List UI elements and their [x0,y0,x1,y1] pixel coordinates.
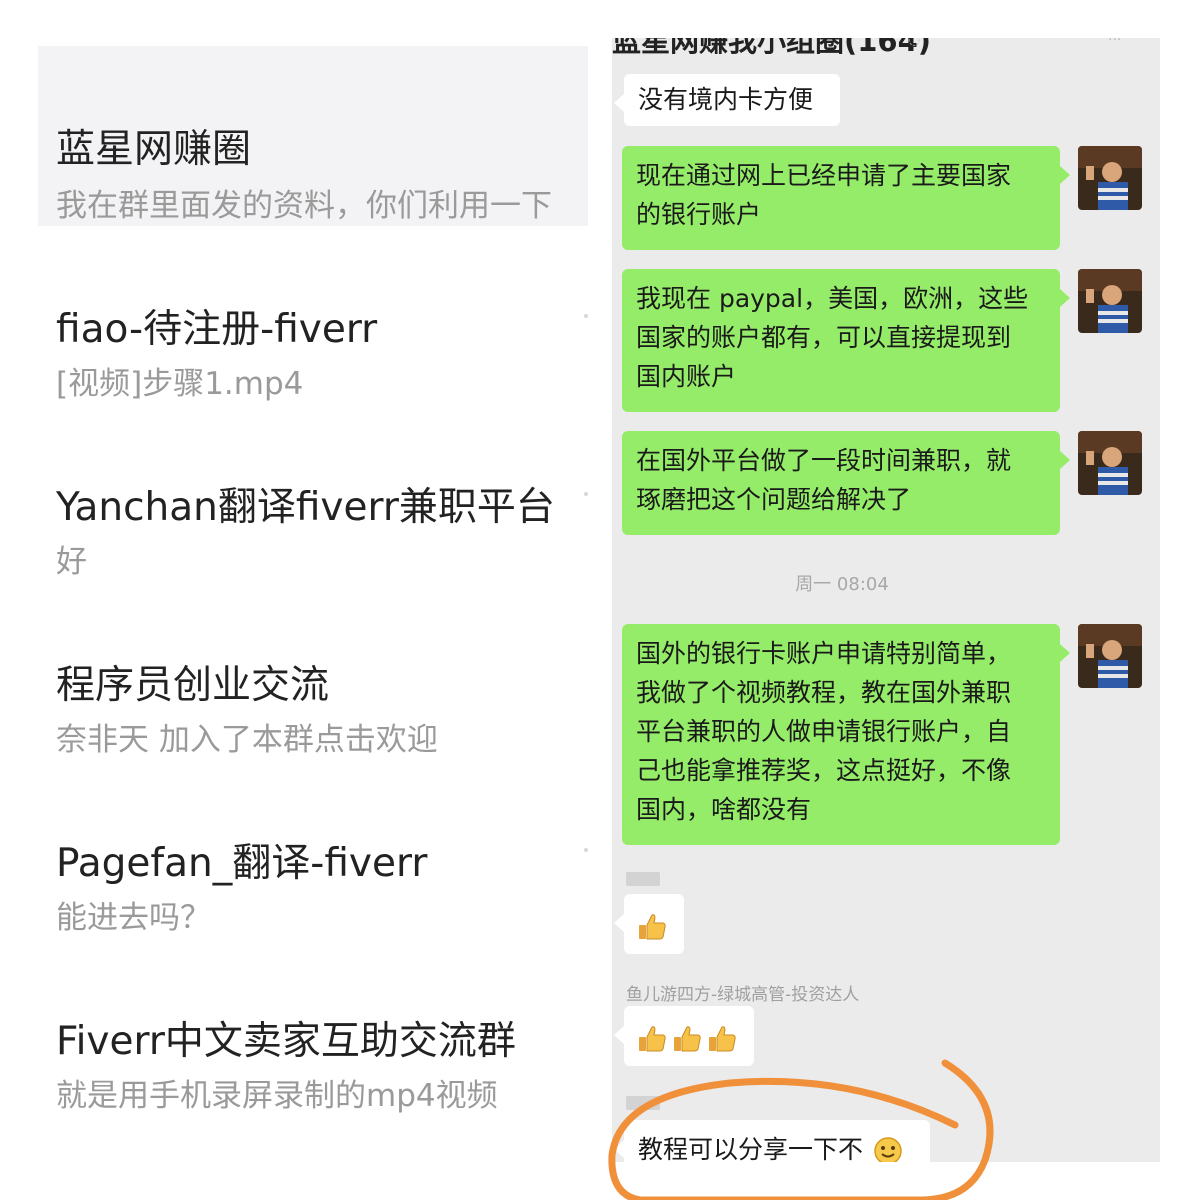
chat-title: 蓝星网赚圈 [56,127,252,172]
chat-header-title[interactable]: 蓝星网赚我小组圈(164) [612,38,931,60]
chat-window: 蓝星网赚我小组圈(164) ◌ ··· 没有境内卡方便 现在通过网上已经申请了主… [612,38,1160,1162]
time-divider: 周一 08:04 [795,574,889,595]
message-line: 琢磨把这个问题给解决了 [636,485,912,514]
user-avatar[interactable] [1078,431,1142,495]
message-line: 我做了个视频教程，教在国外兼职 [636,678,1012,707]
message-bubble-incoming[interactable]: 教程可以分享一下不 [614,1120,930,1162]
message-bubble-incoming[interactable] [614,1006,754,1066]
user-avatar[interactable] [1078,146,1142,210]
chat-preview: [视频]步骤1.mp4 [56,366,304,402]
chat-title: fiao-待注册-fiverr [56,307,378,352]
chat-list-item[interactable]: 蓝星网赚圈 我在群里面发的资料，你们利用一下 [38,46,588,226]
message-line: 现在通过网上已经申请了主要国家 [636,161,1012,190]
chat-list-item[interactable]: Pagefan_翻译-fiverr 能进去吗？ [38,796,588,976]
chat-list-item[interactable]: Fiverr中文卖家互助交流群 就是用手机录屏录制的mp4视频 [38,974,588,1154]
message-line: 己也能拿推荐奖，这点挺好，不像 [636,756,1012,785]
chat-preview: 能进去吗？ [56,900,211,936]
chat-list-item[interactable]: Yanchan翻译fiverr兼职平台 好 [38,440,588,620]
avatar-photo-icon [1078,146,1142,210]
avatar-photo-icon [1078,431,1142,495]
thumbs-up-icon [639,1026,666,1052]
message-text: 教程可以分享一下不 [638,1135,864,1162]
message-bubble-incoming[interactable]: 没有境内卡方便 [614,74,840,126]
smile-face-icon [874,1137,902,1162]
unread-dot [584,314,588,318]
chat-preview: 好 [56,544,87,580]
sender-name-blurred [626,872,660,886]
chat-list-item[interactable]: fiao-待注册-fiverr [视频]步骤1.mp4 [38,262,588,442]
message-bubble-outgoing[interactable]: 我现在 paypal，美国，欧洲，这些 国家的账户都有，可以直接提现到 国内账户 [622,269,1070,412]
thumbs-up-icon [639,914,666,940]
chat-title: Fiverr中文卖家互助交流群 [56,1019,516,1064]
thumbs-up-icon [709,1026,736,1052]
avatar-photo-icon [1078,269,1142,333]
chat-preview: 就是用手机录屏录制的mp4视频 [56,1078,498,1114]
sender-name-blurred [626,1096,660,1110]
unread-dot [584,848,588,852]
message-bubble-outgoing[interactable]: 现在通过网上已经申请了主要国家 的银行账户 [622,146,1070,250]
message-line: 我现在 paypal，美国，欧洲，这些 [636,284,1029,313]
user-avatar[interactable] [1078,624,1142,688]
user-avatar[interactable] [1078,269,1142,333]
chat-title: Pagefan_翻译-fiverr [56,841,428,886]
unread-dot [584,492,588,496]
chat-list-panel: 蓝星网赚圈 我在群里面发的资料，你们利用一下 fiao-待注册-fiverr [… [38,46,588,1166]
mute-icon: ◌ [908,38,921,48]
message-line: 平台兼职的人做申请银行账户，自 [636,717,1012,746]
chat-preview: 我在群里面发的资料，你们利用一下 [56,188,552,224]
chat-title: 程序员创业交流 [56,663,330,708]
message-line: 国内账户 [636,362,737,391]
message-bubble-outgoing[interactable]: 在国外平台做了一段时间兼职，就 琢磨把这个问题给解决了 [622,431,1070,535]
sender-name[interactable]: 鱼儿游四方-绿城高管-投资达人 [626,980,859,1005]
thumbs-up-icon [674,1026,701,1052]
message-line: 国家的账户都有，可以直接提现到 [636,323,1012,352]
chat-list-item[interactable]: 程序员创业交流 奈非天 加入了本群点击欢迎 [38,618,588,798]
message-line: 的银行账户 [636,200,762,229]
message-bubble-outgoing[interactable]: 国外的银行卡账户申请特别简单， 我做了个视频教程，教在国外兼职 平台兼职的人做申… [622,624,1070,845]
message-line: 国内，啥都没有 [636,795,812,824]
more-icon[interactable]: ··· [1108,38,1121,48]
avatar-photo-icon [1078,624,1142,688]
chat-title: Yanchan翻译fiverr兼职平台 [56,485,555,530]
message-line: 在国外平台做了一段时间兼职，就 [636,446,1012,475]
message-bubble-incoming[interactable] [614,894,684,954]
message-line: 国外的银行卡账户申请特别简单， [636,639,1012,668]
chat-preview: 奈非天 加入了本群点击欢迎 [56,722,438,758]
